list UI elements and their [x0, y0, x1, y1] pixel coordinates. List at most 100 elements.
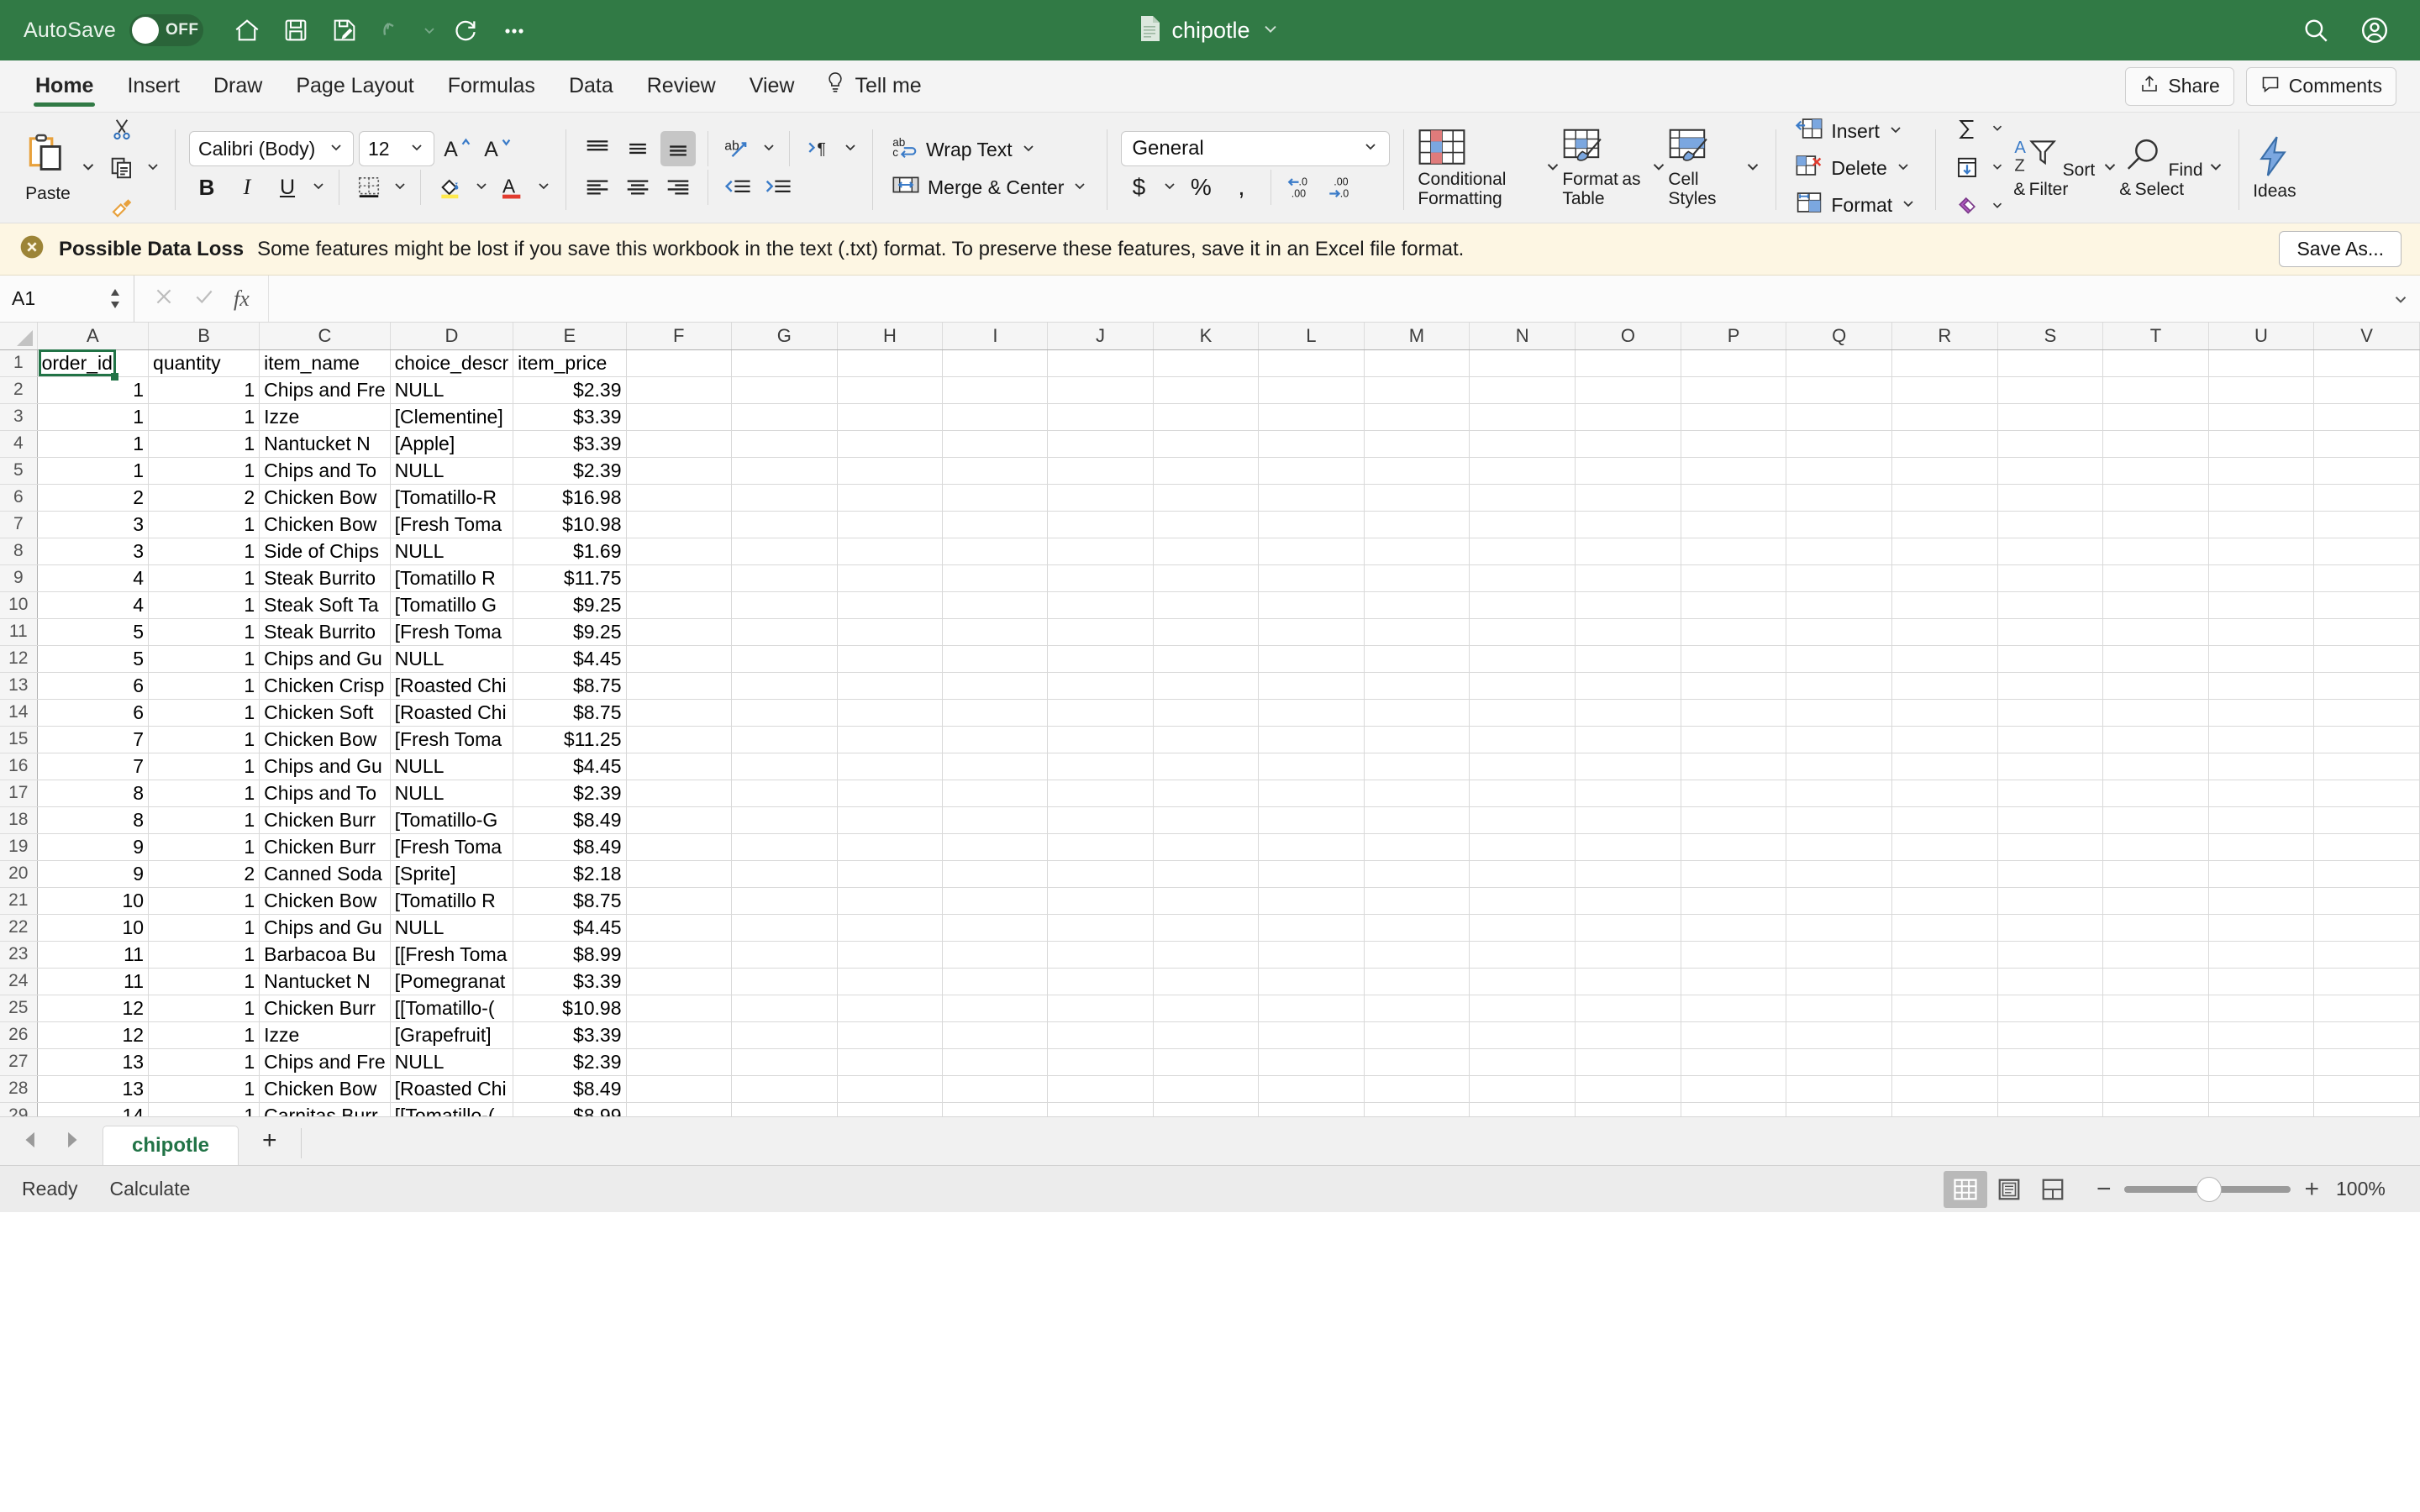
cell-C24[interactable]: Nantucket N [259, 968, 391, 995]
cell-F28[interactable] [626, 1075, 732, 1103]
cell-G7[interactable] [731, 511, 838, 538]
merge-center-button[interactable]: Merge & Center [886, 171, 1093, 204]
cell-L2[interactable] [1258, 376, 1365, 404]
cell-Q1[interactable] [1786, 349, 1893, 377]
cell-P8[interactable] [1681, 538, 1787, 565]
cell-I7[interactable] [942, 511, 1049, 538]
cell-S6[interactable] [1997, 484, 2104, 512]
cell-I3[interactable] [942, 403, 1049, 431]
cell-I28[interactable] [942, 1075, 1049, 1103]
sort-filter-chevron-down-icon[interactable] [2101, 157, 2119, 180]
cell-H1[interactable] [837, 349, 944, 377]
cell-H7[interactable] [837, 511, 944, 538]
sheet-row[interactable]: 9 4 1 Steak Burrito [Tomatillo R $11.75 [0, 564, 2420, 592]
cell-T9[interactable] [2102, 564, 2209, 592]
cell-O25[interactable] [1575, 995, 1681, 1022]
cell-D17[interactable]: NULL [390, 780, 514, 807]
add-sheet-button[interactable]: + [239, 1121, 301, 1165]
row-header-29[interactable]: 29 [0, 1102, 38, 1116]
cell-A1[interactable]: order_id [37, 349, 150, 377]
cell-Q13[interactable] [1786, 672, 1893, 700]
cell-H6[interactable] [837, 484, 944, 512]
cell-K28[interactable] [1153, 1075, 1260, 1103]
cell-C8[interactable]: Side of Chips [259, 538, 391, 565]
cell-G5[interactable] [731, 457, 838, 485]
cell-R13[interactable] [1891, 672, 1998, 700]
cell-V3[interactable] [2313, 403, 2420, 431]
cell-E25[interactable]: $10.98 [513, 995, 627, 1022]
cell-L11[interactable] [1258, 618, 1365, 646]
sheet-row[interactable]: 14 6 1 Chicken Soft [Roasted Chi $8.75 [0, 699, 2420, 727]
cell-C13[interactable]: Chicken Crisp [259, 672, 391, 700]
row-header-7[interactable]: 7 [0, 511, 38, 538]
cell-C29[interactable]: Carnitas Burr [259, 1102, 391, 1116]
cell-A6[interactable]: 2 [37, 484, 150, 512]
cell-G18[interactable] [731, 806, 838, 834]
cell-K2[interactable] [1153, 376, 1260, 404]
cell-V9[interactable] [2313, 564, 2420, 592]
cell-K29[interactable] [1153, 1102, 1260, 1116]
comma-style-button[interactable]: , [1223, 170, 1259, 205]
cell-D7[interactable]: [Fresh Toma [390, 511, 514, 538]
cell-L3[interactable] [1258, 403, 1365, 431]
cell-M21[interactable] [1364, 887, 1470, 915]
cell-P25[interactable] [1681, 995, 1787, 1022]
cell-R6[interactable] [1891, 484, 1998, 512]
align-bottom-button[interactable] [660, 131, 696, 166]
cell-V22[interactable] [2313, 914, 2420, 942]
cell-V10[interactable] [2313, 591, 2420, 619]
cell-V13[interactable] [2313, 672, 2420, 700]
clear-button[interactable] [1949, 189, 1985, 224]
cell-T27[interactable] [2102, 1048, 2209, 1076]
cell-P9[interactable] [1681, 564, 1787, 592]
cell-Q4[interactable] [1786, 430, 1893, 458]
cell-U26[interactable] [2208, 1021, 2315, 1049]
cell-S2[interactable] [1997, 376, 2104, 404]
cell-P20[interactable] [1681, 860, 1787, 888]
cell-E23[interactable]: $8.99 [513, 941, 627, 969]
cell-P10[interactable] [1681, 591, 1787, 619]
cell-P5[interactable] [1681, 457, 1787, 485]
cell-J28[interactable] [1047, 1075, 1154, 1103]
cell-J13[interactable] [1047, 672, 1154, 700]
cell-E1[interactable]: item_price [513, 349, 627, 377]
row-header-23[interactable]: 23 [0, 941, 38, 969]
cell-C20[interactable]: Canned Soda [259, 860, 391, 888]
tab-formulas[interactable]: Formulas [431, 60, 552, 112]
cell-O13[interactable] [1575, 672, 1681, 700]
cell-L25[interactable] [1258, 995, 1365, 1022]
paste-chevron-down-icon[interactable] [79, 157, 97, 180]
cell-O8[interactable] [1575, 538, 1681, 565]
cell-P17[interactable] [1681, 780, 1787, 807]
cell-D12[interactable]: NULL [390, 645, 514, 673]
cell-R24[interactable] [1891, 968, 1998, 995]
cell-F22[interactable] [626, 914, 732, 942]
cell-A10[interactable]: 4 [37, 591, 150, 619]
cell-T8[interactable] [2102, 538, 2209, 565]
cell-Q26[interactable] [1786, 1021, 1893, 1049]
cell-G17[interactable] [731, 780, 838, 807]
cell-D6[interactable]: [Tomatillo-R [390, 484, 514, 512]
cell-O19[interactable] [1575, 833, 1681, 861]
orientation-chevron-down-icon[interactable] [760, 139, 777, 160]
cell-E9[interactable]: $11.75 [513, 564, 627, 592]
cell-R15[interactable] [1891, 726, 1998, 753]
cell-S4[interactable] [1997, 430, 2104, 458]
cell-F12[interactable] [626, 645, 732, 673]
cell-K5[interactable] [1153, 457, 1260, 485]
cell-K25[interactable] [1153, 995, 1260, 1022]
sheet-row[interactable]: 10 4 1 Steak Soft Ta [Tomatillo G $9.25 [0, 591, 2420, 619]
sheet-row[interactable]: 13 6 1 Chicken Crisp [Roasted Chi $8.75 [0, 672, 2420, 700]
text-direction-chevron-down-icon[interactable] [842, 139, 859, 160]
cell-V29[interactable] [2313, 1102, 2420, 1116]
column-header-c[interactable]: C [259, 323, 391, 350]
cell-A14[interactable]: 6 [37, 699, 150, 727]
cell-I2[interactable] [942, 376, 1049, 404]
sheet-row[interactable]: 17 8 1 Chips and To NULL $2.39 [0, 780, 2420, 807]
cell-J25[interactable] [1047, 995, 1154, 1022]
cell-V20[interactable] [2313, 860, 2420, 888]
cell-styles-button[interactable]: Cell Styles [1668, 128, 1744, 208]
cell-R26[interactable] [1891, 1021, 1998, 1049]
copy-chevron-down-icon[interactable] [145, 158, 161, 179]
cell-A26[interactable]: 12 [37, 1021, 150, 1049]
